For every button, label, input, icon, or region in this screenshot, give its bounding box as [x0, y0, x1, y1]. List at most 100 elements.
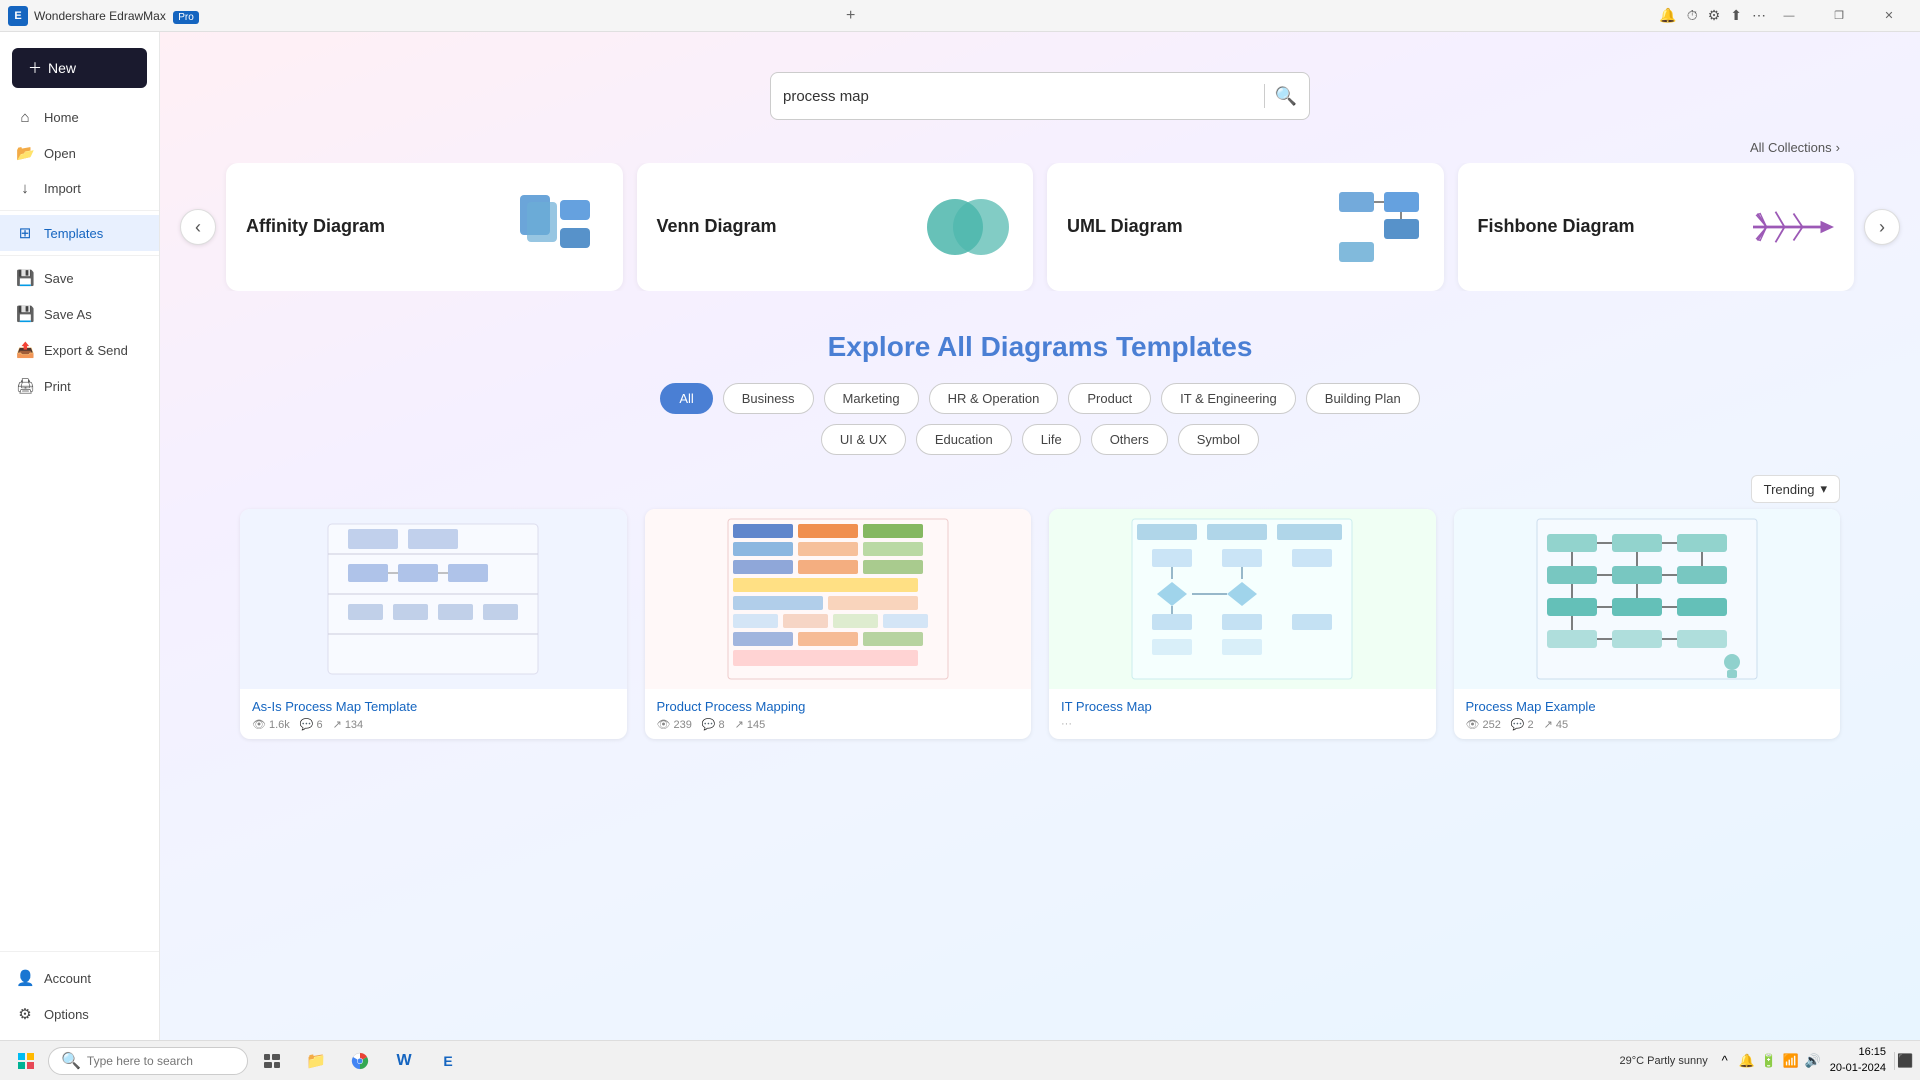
taskbar-search-icon: 🔍 [61, 1051, 81, 1071]
carousel-card-venn[interactable]: Venn Diagram [637, 163, 1034, 291]
account-icon: 👤 [16, 969, 34, 987]
template-meta: 👁 252 💬 2 ↗ 45 [1466, 718, 1829, 731]
start-button[interactable] [8, 1045, 44, 1077]
comments-meta: 💬 8 [702, 718, 725, 731]
all-collections-link[interactable]: All Collections › [1750, 140, 1840, 155]
sidebar-item-label: Account [44, 971, 91, 986]
carousel-prev-button[interactable]: ‹ [180, 209, 216, 245]
sidebar-item-import[interactable]: ↓ Import [0, 171, 159, 206]
filter-marketing[interactable]: Marketing [824, 383, 919, 414]
carousel-card-affinity[interactable]: Affinity Diagram [226, 163, 623, 291]
sidebar-item-account[interactable]: 👤 Account [0, 960, 159, 996]
sidebar-item-home[interactable]: ⌂ Home [0, 100, 159, 135]
notification-tray-icon[interactable]: 🔔 [1738, 1052, 1756, 1070]
template-card-as-is[interactable]: As-Is Process Map Template 👁 1.6k 💬 6 ↗ … [240, 509, 627, 739]
search-input[interactable] [783, 88, 1254, 105]
taskbar-clock[interactable]: 16:15 20-01-2024 [1830, 1045, 1886, 1076]
taskbar-app-task-view[interactable] [252, 1043, 292, 1079]
filter-education[interactable]: Education [916, 424, 1012, 455]
template-info: Process Map Example 👁 252 💬 2 ↗ 45 [1454, 689, 1841, 739]
settings-icon[interactable]: ⚙ [1708, 7, 1721, 24]
taskbar-app-explorer[interactable]: 📁 [296, 1043, 336, 1079]
sidebar-item-options[interactable]: ⚙ Options [0, 996, 159, 1032]
search-icon[interactable]: 🔍 [1275, 86, 1297, 107]
notification-icon[interactable]: 🔔 [1659, 7, 1676, 24]
clock-time: 16:15 [1830, 1045, 1886, 1060]
sidebar-bottom: 👤 Account ⚙ Options [0, 951, 159, 1032]
comments-meta: 💬 2 [1511, 718, 1534, 731]
filter-others[interactable]: Others [1091, 424, 1168, 455]
filter-it[interactable]: IT & Engineering [1161, 383, 1296, 414]
venn-icon [923, 187, 1013, 267]
taskbar-app-edraw[interactable]: E [428, 1043, 468, 1079]
new-button[interactable]: ＋ New [12, 48, 147, 88]
filter-building[interactable]: Building Plan [1306, 383, 1420, 414]
sidebar-item-save[interactable]: 💾 Save [0, 260, 159, 296]
explore-section: Explore All Diagrams Templates All Busin… [160, 311, 1920, 769]
filter-hr[interactable]: HR & Operation [929, 383, 1059, 414]
template-thumbnail [240, 509, 627, 689]
explore-highlight: All Diagrams Templates [937, 331, 1252, 362]
sidebar-item-export[interactable]: 📤 Export & Send [0, 332, 159, 368]
explore-prefix: Explore [828, 331, 937, 362]
wifi-icon[interactable]: 📶 [1782, 1052, 1800, 1070]
print-icon: 🖨 [16, 377, 34, 395]
template-card-it-process[interactable]: IT Process Map ··· [1049, 509, 1436, 739]
template-thumbnail [1049, 509, 1436, 689]
close-button[interactable]: ✕ [1866, 0, 1912, 32]
chevron-down-icon: ▾ [1820, 481, 1827, 497]
sidebar-item-label: Export & Send [44, 343, 128, 358]
maximize-button[interactable]: ❐ [1816, 0, 1862, 32]
taskbar-search-input[interactable] [87, 1054, 227, 1068]
save-as-icon: 💾 [16, 305, 34, 323]
template-name: As-Is Process Map Template [252, 699, 615, 714]
taskbar-app-chrome[interactable] [340, 1043, 380, 1079]
template-meta: ··· [1061, 718, 1424, 730]
template-info: Product Process Mapping 👁 239 💬 8 ↗ 145 [645, 689, 1032, 739]
app-title: Wondershare EdrawMax Pro [34, 9, 831, 23]
sidebar-item-templates[interactable]: ⊞ Templates [0, 215, 159, 251]
filter-symbol[interactable]: Symbol [1178, 424, 1259, 455]
sidebar-item-label: Save As [44, 307, 92, 322]
new-button-label: New [48, 60, 76, 76]
template-thumbnail [645, 509, 1032, 689]
weather-text: 29°C Partly sunny [1620, 1055, 1708, 1067]
timer-icon[interactable]: ⏱ [1687, 7, 1698, 24]
carousel-card-uml[interactable]: UML Diagram [1047, 163, 1444, 291]
template-card-process-example[interactable]: Process Map Example 👁 252 💬 2 ↗ 45 [1454, 509, 1841, 739]
sidebar-item-print[interactable]: 🖨 Print [0, 368, 159, 404]
filter-business[interactable]: Business [723, 383, 814, 414]
taskbar-search-bar[interactable]: 🔍 [48, 1047, 248, 1075]
chevron-up-icon[interactable]: ^ [1716, 1052, 1734, 1070]
clock-date: 20-01-2024 [1830, 1061, 1886, 1076]
sidebar-item-save-as[interactable]: 💾 Save As [0, 296, 159, 332]
filter-product[interactable]: Product [1068, 383, 1151, 414]
template-name: IT Process Map [1061, 699, 1424, 714]
carousel-card-label: Affinity Diagram [246, 215, 385, 238]
filter-life[interactable]: Life [1022, 424, 1081, 455]
folder-icon: 📂 [16, 144, 34, 162]
filter-all[interactable]: All [660, 383, 712, 414]
carousel-next-button[interactable]: › [1864, 209, 1900, 245]
sidebar: ＋ New ⌂ Home 📂 Open ↓ Import ⊞ Templates… [0, 32, 160, 1040]
template-name: Process Map Example [1466, 699, 1829, 714]
add-tab-button[interactable]: + [839, 4, 863, 28]
taskbar-app-word[interactable]: W [384, 1043, 424, 1079]
explore-title: Explore All Diagrams Templates [240, 331, 1840, 363]
carousel-card-fishbone[interactable]: Fishbone Diagram [1458, 163, 1855, 291]
app-container: ＋ New ⌂ Home 📂 Open ↓ Import ⊞ Templates… [0, 32, 1920, 1040]
sidebar-item-open[interactable]: 📂 Open [0, 135, 159, 171]
share-icon[interactable]: ⬆ [1730, 7, 1742, 24]
show-desktop-button[interactable]: ⬛ [1894, 1052, 1912, 1070]
more-icon[interactable]: ⋯ [1752, 7, 1766, 24]
chevron-right-icon: › [1836, 140, 1840, 155]
search-area: 🔍 [160, 32, 1920, 140]
options-icon: ⚙ [16, 1005, 34, 1023]
all-collections-label: All Collections [1750, 140, 1832, 155]
battery-icon[interactable]: 🔋 [1760, 1052, 1778, 1070]
filter-ui[interactable]: UI & UX [821, 424, 906, 455]
sort-dropdown[interactable]: Trending ▾ [1751, 475, 1840, 503]
volume-icon[interactable]: 🔊 [1804, 1052, 1822, 1070]
template-card-product-process[interactable]: Product Process Mapping 👁 239 💬 8 ↗ 145 [645, 509, 1032, 739]
minimize-button[interactable]: — [1766, 0, 1812, 32]
